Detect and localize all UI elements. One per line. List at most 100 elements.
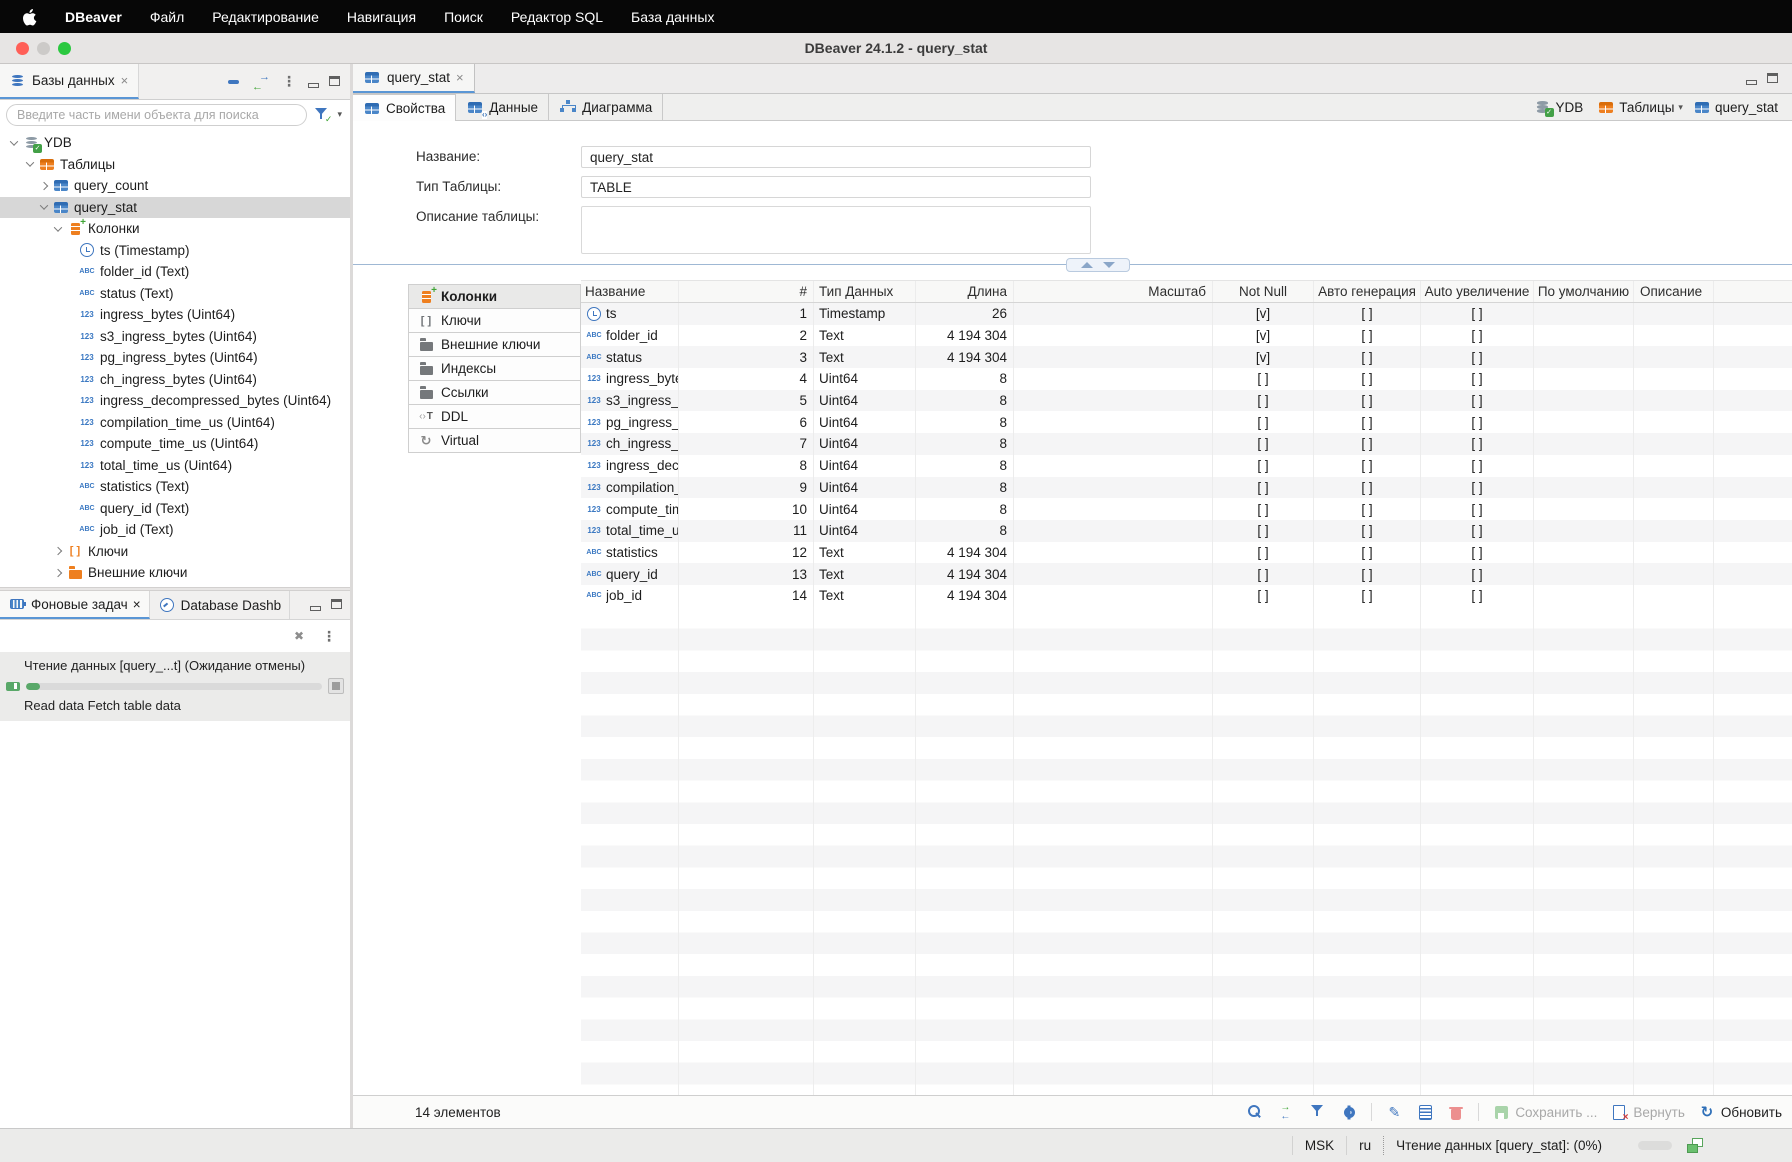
tree-item[interactable]: s3_ingress_bytes (Uint64)	[0, 326, 350, 348]
add-row-icon[interactable]	[1416, 1104, 1434, 1120]
tree-item[interactable]: Таблицы	[0, 154, 350, 176]
maximize-panel-icon[interactable]	[329, 76, 340, 86]
column-row[interactable]: compilation_time_us 9 Uint64 8 [ ] [ ] […	[581, 477, 1792, 499]
search-icon[interactable]	[1247, 1104, 1265, 1120]
tree-expander-icon[interactable]	[50, 226, 66, 232]
tab-database-dashboard[interactable]: Database Dashb	[150, 591, 291, 619]
column-autogen[interactable]: [ ]	[1314, 585, 1421, 607]
close-icon[interactable]: ×	[456, 70, 464, 85]
language-indicator[interactable]: ru	[1346, 1136, 1383, 1156]
col-header-scale[interactable]: Масштаб	[1014, 281, 1213, 302]
column-notnull[interactable]: [ ]	[1213, 433, 1314, 455]
column-notnull[interactable]: [v]	[1213, 303, 1314, 325]
editor-subtab[interactable]: Данные	[456, 94, 549, 120]
close-icon[interactable]: ×	[121, 73, 129, 88]
tree-item[interactable]: status (Text)	[0, 283, 350, 305]
table-description-field[interactable]	[581, 206, 1091, 254]
object-section-tab[interactable]: Ссылки	[408, 380, 581, 405]
column-notnull[interactable]: [ ]	[1213, 390, 1314, 412]
column-autogen[interactable]: [ ]	[1314, 303, 1421, 325]
tree-expander-icon[interactable]	[6, 140, 22, 146]
menu-item[interactable]: Редактор SQL	[511, 9, 603, 25]
breadcrumb-item[interactable]: query_stat	[1693, 99, 1782, 115]
tree-item[interactable]: ch_ingress_bytes (Uint64)	[0, 369, 350, 391]
object-section-tab[interactable]: Индексы	[408, 356, 581, 381]
breadcrumb-item[interactable]: YDB	[1534, 99, 1588, 115]
tree-item[interactable]: query_id (Text)	[0, 498, 350, 520]
column-row[interactable]: s3_ingress_bytes 5 Uint64 8 [ ] [ ] [ ]	[581, 390, 1792, 412]
filter-dropdown-icon[interactable]: ▾	[337, 109, 342, 120]
column-autoinc[interactable]: [ ]	[1421, 411, 1534, 433]
column-autogen[interactable]: [ ]	[1314, 542, 1421, 564]
refresh-button[interactable]: Обновить	[1698, 1104, 1782, 1120]
maximize-editor-icon[interactable]	[1767, 73, 1778, 83]
filter-icon[interactable]: ✓	[313, 107, 331, 123]
minimize-window-button[interactable]	[37, 42, 50, 55]
tree-expander-icon[interactable]	[36, 183, 52, 189]
horizontal-sash[interactable]	[353, 264, 1792, 266]
maximize-panel-icon[interactable]	[331, 599, 342, 609]
column-autogen[interactable]: [ ]	[1314, 325, 1421, 347]
tree-item[interactable]: Колонки	[0, 218, 350, 240]
column-autogen[interactable]: [ ]	[1314, 390, 1421, 412]
menu-app-name[interactable]: DBeaver	[65, 9, 122, 25]
column-autoinc[interactable]: [ ]	[1421, 325, 1534, 347]
transfer-config-icon[interactable]	[1278, 1104, 1296, 1120]
column-autogen[interactable]: [ ]	[1314, 411, 1421, 433]
background-windows-icon[interactable]	[1686, 1138, 1704, 1154]
column-notnull[interactable]: [ ]	[1213, 520, 1314, 542]
tree-item[interactable]: query_count	[0, 175, 350, 197]
column-row[interactable]: ingress_decompressed_bytes 8 Uint64 8 [ …	[581, 455, 1792, 477]
tree-item[interactable]: total_time_us (Uint64)	[0, 455, 350, 477]
column-row[interactable]: folder_id 2 Text 4 194 304 [v] [ ] [ ]	[581, 325, 1792, 347]
col-header-name[interactable]: Название	[581, 281, 679, 302]
tree-expander-icon[interactable]	[50, 570, 66, 576]
column-autogen[interactable]: [ ]	[1314, 563, 1421, 585]
link-with-editor-icon[interactable]	[252, 74, 270, 90]
column-notnull[interactable]: [ ]	[1213, 498, 1314, 520]
column-notnull[interactable]: [ ]	[1213, 477, 1314, 499]
menu-item[interactable]: Файл	[150, 9, 184, 25]
column-notnull[interactable]: [ ]	[1213, 542, 1314, 564]
column-autoinc[interactable]: [ ]	[1421, 433, 1534, 455]
tree-item[interactable]: Внешние ключи	[0, 562, 350, 584]
column-row[interactable]: pg_ingress_bytes 6 Uint64 8 [ ] [ ] [ ]	[581, 411, 1792, 433]
column-row[interactable]: job_id 14 Text 4 194 304 [ ] [ ] [ ]	[581, 585, 1792, 607]
table-name-field[interactable]	[581, 146, 1091, 168]
column-autogen[interactable]: [ ]	[1314, 346, 1421, 368]
menu-item[interactable]: База данных	[631, 9, 714, 25]
tree-item[interactable]: query_stat	[0, 197, 350, 219]
column-autogen[interactable]: [ ]	[1314, 433, 1421, 455]
column-autogen[interactable]: [ ]	[1314, 368, 1421, 390]
minimize-editor-icon[interactable]	[1746, 80, 1757, 85]
object-section-tab[interactable]: Внешние ключи	[408, 332, 581, 357]
minimize-panel-icon[interactable]	[308, 83, 319, 88]
tree-item[interactable]: ts (Timestamp)	[0, 240, 350, 262]
column-autoinc[interactable]: [ ]	[1421, 563, 1534, 585]
column-row[interactable]: compute_time_us 10 Uint64 8 [ ] [ ] [ ]	[581, 498, 1792, 520]
column-autogen[interactable]: [ ]	[1314, 455, 1421, 477]
revert-button[interactable]: Вернуть	[1610, 1104, 1684, 1120]
column-notnull[interactable]: [v]	[1213, 346, 1314, 368]
column-autoinc[interactable]: [ ]	[1421, 585, 1534, 607]
col-header-autoinc[interactable]: Auto увеличение	[1421, 281, 1534, 302]
filter-grid-icon[interactable]	[1309, 1104, 1327, 1120]
delete-icon[interactable]	[1447, 1105, 1465, 1121]
minimize-panel-icon[interactable]	[310, 606, 321, 611]
close-icon[interactable]: ×	[133, 597, 141, 612]
col-header-description[interactable]: Описание	[1634, 281, 1714, 302]
column-autoinc[interactable]: [ ]	[1421, 498, 1534, 520]
column-row[interactable]: ch_ingress_bytes 7 Uint64 8 [ ] [ ] [ ]	[581, 433, 1792, 455]
gear-icon[interactable]	[1340, 1104, 1358, 1120]
tree-item[interactable]: pg_ingress_bytes (Uint64)	[0, 347, 350, 369]
sash-collapse-widget[interactable]	[1066, 258, 1130, 272]
zoom-window-button[interactable]	[58, 42, 71, 55]
column-row[interactable]: ingress_bytes 4 Uint64 8 [ ] [ ] [ ]	[581, 368, 1792, 390]
table-type-field[interactable]	[581, 176, 1091, 198]
search-input[interactable]	[6, 104, 307, 126]
tree-expander-icon[interactable]	[22, 161, 38, 167]
column-autoinc[interactable]: [ ]	[1421, 542, 1534, 564]
close-window-button[interactable]	[16, 42, 29, 55]
tree-item[interactable]: ingress_decompressed_bytes (Uint64)	[0, 390, 350, 412]
column-autoinc[interactable]: [ ]	[1421, 390, 1534, 412]
